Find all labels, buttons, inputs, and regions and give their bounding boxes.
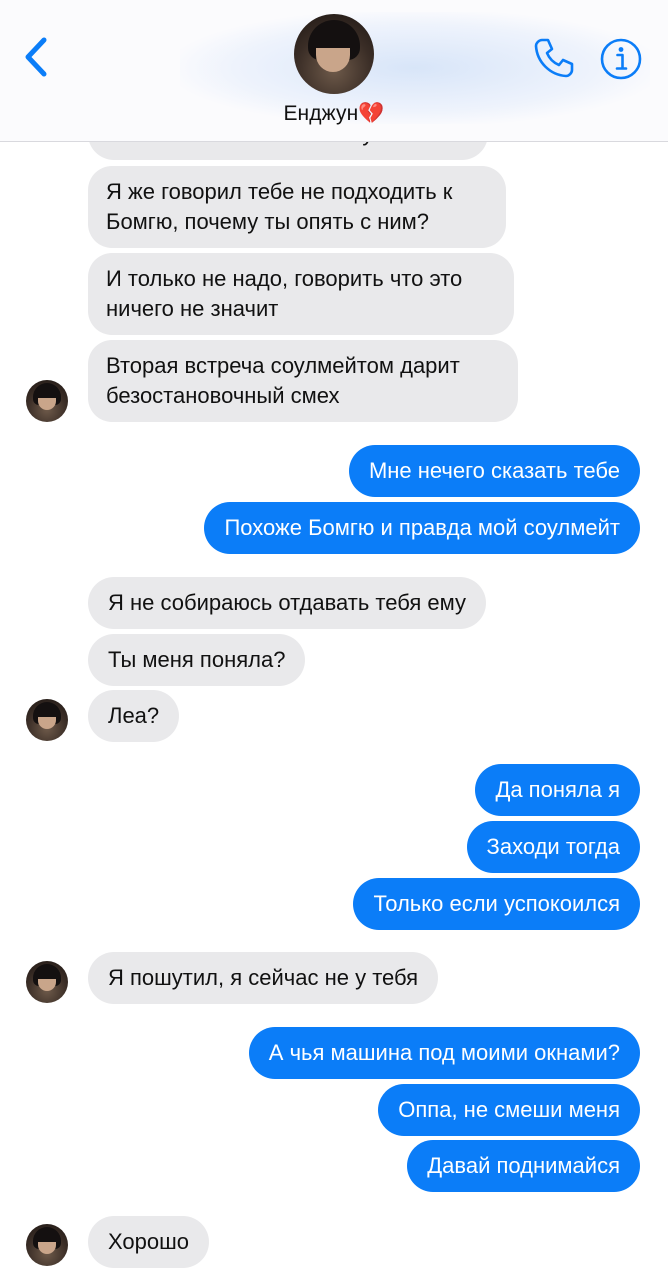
outgoing-message: А чья машина под моими окнами?	[248, 1027, 640, 1079]
back-button[interactable]	[18, 30, 58, 84]
outgoing-message: Заходи тогда	[466, 821, 640, 873]
contact-avatar[interactable]	[294, 14, 374, 94]
outgoing-message: Давай поднимайся	[407, 1140, 640, 1192]
info-icon	[600, 38, 642, 80]
incoming-message: Я же говорил тебе не подходить к Бомгю, …	[88, 166, 506, 248]
outgoing-message: Оппа, не смеши меня	[378, 1084, 640, 1136]
incoming-message: Я пошутил, я сейчас не у тебя	[88, 952, 439, 1004]
chevron-left-icon	[25, 37, 47, 77]
incoming-message: Вторая встреча соулмейтом дарит безостан…	[88, 340, 518, 422]
contact-avatar[interactable]	[26, 1224, 68, 1266]
outgoing-message: Да поняла я	[475, 764, 640, 816]
incoming-message: Хорошо	[88, 1216, 210, 1268]
info-button[interactable]	[598, 36, 644, 82]
contact-avatar[interactable]	[26, 699, 68, 741]
outgoing-message: Похоже Бомгю и правда мой соулмейт	[204, 502, 640, 554]
outgoing-message: Мне нечего сказать тебе	[348, 445, 640, 497]
phone-icon	[534, 38, 574, 78]
message-thread[interactable]: С тобой спокойно не получается Я же гово…	[0, 0, 668, 1280]
incoming-message: Леа?	[88, 690, 180, 742]
incoming-message: Я не собираюсь отдавать тебя ему	[88, 577, 486, 629]
incoming-message: Ты меня поняла?	[88, 634, 306, 686]
incoming-message: И только не надо, говорить что это ничег…	[88, 253, 514, 335]
contact-avatar[interactable]	[26, 380, 68, 422]
outgoing-message: Только если успокоился	[353, 878, 640, 930]
call-button[interactable]	[530, 34, 578, 82]
contact-avatar[interactable]	[26, 961, 68, 1003]
conversation-header: Енджун💔	[0, 0, 668, 142]
contact-name[interactable]: Енджун💔	[0, 102, 668, 126]
